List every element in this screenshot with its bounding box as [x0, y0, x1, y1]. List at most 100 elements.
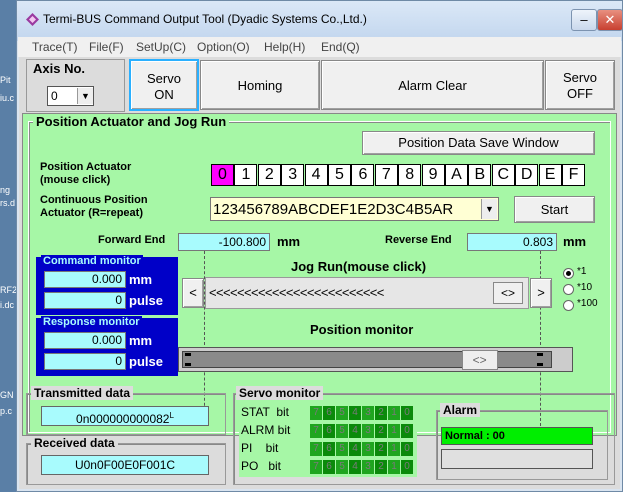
axis-group: Axis No. 0 ▼ — [26, 59, 125, 112]
hex-button-5[interactable]: 5 — [328, 164, 351, 186]
menu-trace[interactable]: Trace(T) — [32, 40, 78, 54]
start-button[interactable]: Start — [514, 196, 595, 223]
servo-bit: 0 — [401, 406, 413, 420]
transmitted-suffix: L — [169, 411, 174, 420]
save-window-button[interactable]: Position Data Save Window — [362, 131, 595, 155]
servo-bit: 0 — [401, 442, 413, 456]
chevron-down-icon[interactable]: ▼ — [77, 88, 93, 104]
transmitted-value: 0n000000000082 — [76, 412, 170, 426]
servo-on-label-2: ON — [154, 87, 174, 102]
app-window: Termi-BUS Command Output Tool (Dyadic Sy… — [16, 0, 623, 492]
window-title: Termi-BUS Command Output Tool (Dyadic Sy… — [43, 12, 367, 26]
command-mm-unit: mm — [129, 272, 153, 287]
position-panel-title: Position Actuator and Jog Run — [33, 114, 230, 129]
hex-button-7[interactable]: 7 — [374, 164, 398, 186]
hex-button-a[interactable]: A — [445, 164, 468, 186]
servo-bit: 4 — [349, 424, 361, 438]
menu-help[interactable]: Help(H) — [264, 40, 305, 54]
servo-bit: 6 — [323, 424, 335, 438]
axis-value: 0 — [51, 89, 58, 103]
servo-bit: 2 — [375, 406, 387, 420]
forward-end-field[interactable]: -100.800 — [178, 233, 270, 251]
response-pulse-field: 0 — [44, 353, 126, 370]
hex-button-3[interactable]: 3 — [281, 164, 305, 186]
chevron-down-icon[interactable]: ▼ — [481, 199, 497, 219]
menu-setup[interactable]: SetUp(C) — [136, 40, 186, 54]
close-button[interactable]: ✕ — [597, 9, 623, 31]
client-area: Axis No. 0 ▼ Servo ON Homing Alarm Clear… — [19, 57, 620, 489]
servo-bit: 2 — [375, 460, 387, 474]
servo-bit: 3 — [362, 424, 374, 438]
servo-bit: 2 — [375, 442, 387, 456]
menu-file[interactable]: File(F) — [89, 40, 124, 54]
hex-button-2[interactable]: 2 — [257, 164, 281, 186]
continuous-actuator-label: Continuous Position Actuator (R=repeat) — [40, 194, 148, 220]
response-monitor-title: Response monitor — [41, 316, 142, 328]
alarm-status: Normal : 00 — [441, 427, 593, 445]
alarm-title: Alarm — [440, 403, 481, 417]
servo-on-button[interactable]: Servo ON — [129, 59, 199, 111]
received-title: Received data — [31, 436, 118, 450]
hex-button-c[interactable]: C — [491, 164, 515, 186]
alarm-clear-button[interactable]: Alarm Clear — [321, 60, 544, 110]
hex-button-b[interactable]: B — [468, 164, 492, 186]
transmitted-field: 0n000000000082L — [41, 406, 209, 426]
response-mm-unit: mm — [129, 333, 153, 348]
response-pulse-unit: pulse — [129, 354, 163, 369]
radio-icon[interactable] — [563, 300, 574, 311]
hex-button-6[interactable]: 6 — [351, 164, 375, 186]
app-icon — [26, 13, 39, 26]
position-monitor-bar: <> — [178, 347, 573, 372]
reverse-end-label: Reverse End — [385, 234, 452, 246]
position-monitor-title: Position monitor — [310, 322, 414, 337]
hex-button-f[interactable]: F — [562, 164, 585, 186]
menu-option[interactable]: Option(O) — [197, 40, 250, 54]
homing-button[interactable]: Homing — [200, 60, 320, 110]
servo-bit: 7 — [310, 460, 322, 474]
menu-bar: Trace(T) File(F) SetUp(C) Option(O) Help… — [18, 37, 621, 57]
hex-button-4[interactable]: 4 — [304, 164, 328, 186]
hex-button-1[interactable]: 1 — [234, 164, 258, 186]
jog-arrows: <<<<<<<<<<<<<<<<<<<<<<<<< — [209, 285, 384, 300]
reverse-end-unit: mm — [563, 234, 587, 249]
jog-right-button[interactable]: > — [530, 278, 552, 308]
servo-off-button[interactable]: Servo OFF — [545, 60, 615, 110]
transmitted-title: Transmitted data — [31, 386, 134, 400]
reverse-end-field[interactable]: 0.803 — [467, 233, 557, 251]
response-monitor: Response monitor 0.000 mm 0 pulse — [36, 316, 178, 376]
servo-monitor-title: Servo monitor — [236, 386, 324, 400]
hex-button-0[interactable]: 0 — [211, 164, 234, 186]
jog-track[interactable]: <<<<<<<<<<<<<<<<<<<<<<<<< <> — [205, 277, 529, 309]
hex-button-row: 0123456789ABCDEF — [211, 164, 585, 186]
jog-left-button[interactable]: < — [182, 278, 204, 308]
servo-bit: 3 — [362, 460, 374, 474]
menu-end[interactable]: End(Q) — [321, 40, 360, 54]
speed-label: *100 — [577, 298, 598, 309]
servo-bit: 0 — [401, 460, 413, 474]
axis-select[interactable]: 0 ▼ — [47, 86, 94, 106]
hex-button-d[interactable]: D — [515, 164, 539, 186]
continuous-sequence-select[interactable]: 123456789ABCDEF1E2D3C4B5AR ▼ — [210, 197, 499, 221]
radio-icon[interactable] — [563, 284, 574, 295]
radio-selected-icon[interactable] — [563, 268, 574, 279]
servo-bit: 1 — [388, 424, 400, 438]
speed-label: *1 — [577, 266, 587, 277]
servo-on-label: Servo — [147, 71, 181, 86]
hex-button-8[interactable]: 8 — [398, 164, 422, 186]
hex-button-e[interactable]: E — [538, 164, 562, 186]
alarm-group — [436, 410, 608, 480]
radio-dot-icon — [566, 271, 571, 276]
minimize-button[interactable]: – — [571, 9, 597, 31]
hex-button-9[interactable]: 9 — [421, 164, 445, 186]
servo-bit: 1 — [388, 460, 400, 474]
continuous-sequence-value: 123456789ABCDEF1E2D3C4B5AR — [213, 201, 454, 218]
track-marker — [537, 363, 543, 366]
jog-thumb[interactable]: <> — [493, 282, 523, 304]
servo-row-label: STAT bit — [241, 405, 290, 419]
servo-off-label: Servo — [563, 70, 597, 85]
track-marker — [185, 363, 191, 366]
command-mm-field: 0.000 — [44, 271, 126, 288]
servo-bit: 7 — [310, 406, 322, 420]
servo-row-label: PO bit — [241, 459, 282, 473]
title-bar[interactable]: Termi-BUS Command Output Tool (Dyadic Sy… — [17, 1, 623, 41]
